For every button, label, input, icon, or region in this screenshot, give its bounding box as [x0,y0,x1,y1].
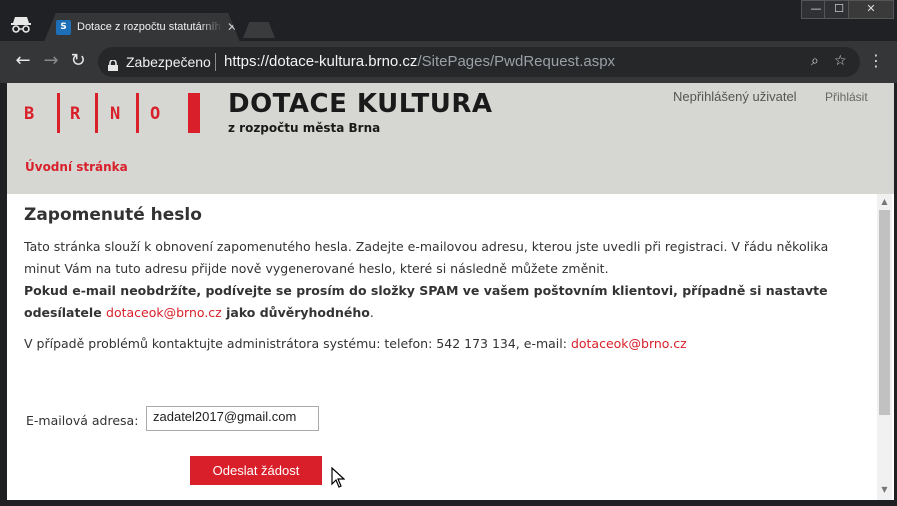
url-host: https://dotace-kultura.brno.cz [224,53,418,70]
logo-bar-thick [188,93,200,133]
reload-icon[interactable]: ↻ [67,51,89,71]
tab-title: Dotace z rozpočtu statutárního města Brn… [77,21,222,33]
logo-letter-n: N [110,104,121,124]
browser-tab-active[interactable]: S Dotace z rozpočtu statutárního města B… [44,13,240,42]
back-arrow-icon[interactable]: ← [12,51,34,71]
secure-label: Zabezpečeno [126,54,211,70]
login-link[interactable]: Přihlásit [825,90,868,104]
tab-close-icon[interactable]: ✕ [227,20,237,34]
brand-title[interactable]: DOTACE KULTURA [228,89,492,119]
incognito-icon [10,14,32,34]
spam-note-period: . [369,305,374,320]
forward-arrow-icon[interactable]: → [40,51,62,71]
main-content: Zapomenuté heslo Tato stránka slouží k o… [24,205,854,355]
window-bottom-border [0,500,897,506]
scroll-down-icon[interactable]: ▼ [877,485,892,494]
logo-letter-b: B [24,104,35,124]
url-text[interactable]: https://dotace-kultura.brno.cz/SitePages… [224,53,615,70]
brno-logo[interactable]: B R N O [24,93,202,133]
intro-paragraph: Tato stránka slouží k obnovení zapomenut… [24,239,829,276]
bookmark-star-icon[interactable]: ☆ [834,53,847,69]
contact-text: V případě problémů kontaktujte administr… [24,333,854,355]
submit-request-button[interactable]: Odeslat žádost [190,456,322,485]
zoom-icon[interactable]: ⌕ [811,53,819,69]
contact-email-link[interactable]: dotaceok@brno.cz [571,336,687,351]
address-bar[interactable]: Zabezpečeno https://dotace-kultura.brno.… [98,47,860,77]
address-separator [215,53,216,71]
mouse-cursor-icon [331,466,346,489]
email-input[interactable]: zadatel2017@gmail.com [146,406,319,431]
logo-letter-o: O [150,104,161,124]
logo-letter-r: R [70,104,81,124]
logo-bar [57,93,60,133]
email-label: E-mailová adresa: [26,413,139,428]
nav-home-link[interactable]: Úvodní stránka [25,160,128,174]
contact-paragraph: V případě problémů kontaktujte administr… [24,336,571,351]
lock-icon [108,56,118,71]
page-title: Zapomenuté heslo [24,205,202,225]
spam-note-end: jako důvěryhodného [221,305,370,320]
browser-toolbar: ← → ↻ Zabezpečeno https://dotace-kultura… [0,41,897,83]
web-page: B R N O DOTACE KULTURA z rozpočtu města … [7,83,894,500]
url-path: /SitePages/PwdRequest.aspx [417,53,616,70]
browser-menu-icon[interactable]: ⋮ [868,51,884,71]
site-header: B R N O DOTACE KULTURA z rozpočtu města … [7,83,894,194]
intro-text: Tato stránka slouží k obnovení zapomenut… [24,236,854,324]
logo-bar [136,93,139,133]
new-tab-button[interactable] [243,22,275,38]
logo-bar [95,93,98,133]
sharepoint-favicon-icon: S [56,20,71,35]
spam-note-email-link[interactable]: dotaceok@brno.cz [106,305,222,320]
browser-titlebar: S Dotace z rozpočtu statutárního města B… [0,0,897,42]
brand-subtitle: z rozpočtu města Brna [228,121,381,135]
page-scrollbar[interactable]: ▲ ▼ [877,194,892,500]
scroll-thumb[interactable] [879,210,890,415]
close-window-button[interactable]: ✕ [848,0,894,19]
scroll-up-icon[interactable]: ▲ [877,197,892,206]
user-status: Nepřihlášený uživatel [673,89,797,104]
